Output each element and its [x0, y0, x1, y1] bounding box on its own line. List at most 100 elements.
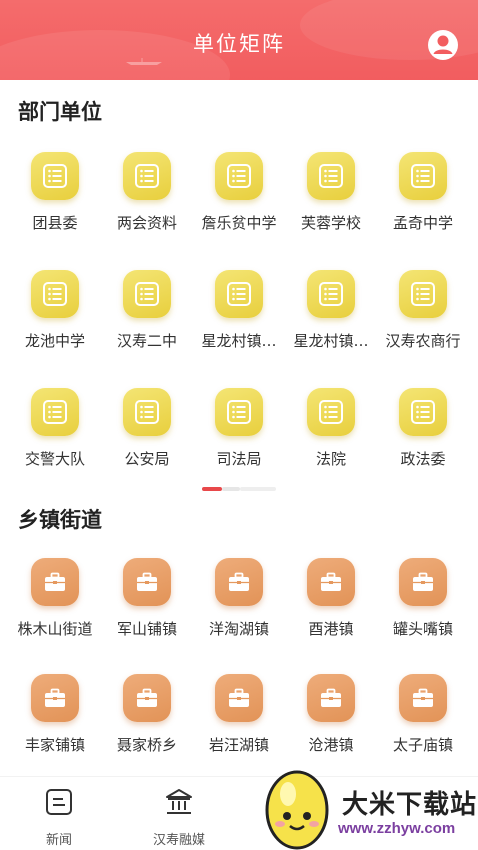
towns-item-tile [399, 558, 447, 606]
section-title-towns: 乡镇街道 [18, 508, 102, 532]
briefcase-icon [45, 688, 65, 707]
departments-item[interactable]: 两会资料 [101, 152, 193, 233]
page-dot [240, 487, 276, 491]
towns-item-label: 罐头嘴镇 [392, 620, 453, 638]
watermark: 大米下载站 www.zzhyw.com [258, 764, 478, 850]
towns-item-label: 太子庙镇 [392, 736, 453, 754]
towns-item[interactable]: 酉港镇 [285, 558, 377, 639]
departments-item-tile [307, 152, 355, 200]
list-document-icon [227, 164, 251, 188]
departments-item-tile [31, 270, 79, 318]
watermark-site-name: 大米下载站 [342, 790, 478, 820]
departments-item-tile [215, 388, 263, 436]
departments-item[interactable]: 汉寿农商行 [377, 270, 469, 351]
departments-item[interactable]: 交警大队 [9, 388, 101, 469]
towns-item-label: 岩汪湖镇 [208, 736, 269, 754]
towns-item-tile [307, 674, 355, 722]
departments-item-label: 龙池中学 [24, 332, 85, 350]
departments-item[interactable]: 星龙村镇… [193, 270, 285, 351]
departments-item-tile [307, 388, 355, 436]
list-document-icon [319, 164, 343, 188]
towns-item-label: 沧港镇 [308, 736, 354, 754]
towns-item[interactable]: 聂家桥乡 [101, 674, 193, 755]
list-document-icon [135, 164, 159, 188]
departments-item-tile [399, 388, 447, 436]
towns-item[interactable]: 岩汪湖镇 [193, 674, 285, 755]
page-dot-active [202, 487, 222, 491]
departments-item-label: 汉寿农商行 [385, 332, 461, 350]
departments-item-tile [215, 152, 263, 200]
departments-item-tile [215, 270, 263, 318]
section-title-departments: 部门单位 [18, 100, 102, 124]
towns-item-tile [31, 674, 79, 722]
departments-item[interactable]: 龙池中学 [9, 270, 101, 351]
departments-item[interactable]: 法院 [285, 388, 377, 469]
tab-label: 汉寿融媒 [152, 833, 205, 848]
departments-item[interactable]: 汉寿二中 [101, 270, 193, 351]
departments-item[interactable]: 司法局 [193, 388, 285, 469]
departments-item-label: 汉寿二中 [116, 332, 177, 350]
towns-item[interactable]: 丰家铺镇 [9, 674, 101, 755]
departments-item-label: 政法委 [400, 450, 446, 468]
towns-item[interactable]: 太子庙镇 [377, 674, 469, 755]
departments-item-label: 法院 [315, 450, 346, 468]
towns-item-tile [123, 558, 171, 606]
towns-item-label: 军山铺镇 [116, 620, 177, 638]
user-avatar-icon[interactable] [426, 28, 460, 62]
briefcase-icon [413, 572, 433, 591]
towns-item-tile [123, 674, 171, 722]
departments-item-label: 星龙村镇… [201, 332, 277, 350]
page-indicator [202, 487, 276, 491]
towns-item-tile [307, 558, 355, 606]
news-icon [46, 789, 72, 815]
departments-item-tile [123, 270, 171, 318]
towns-item-label: 聂家桥乡 [116, 736, 177, 754]
departments-item-label: 詹乐贫中学 [201, 214, 277, 232]
towns-item-tile [215, 558, 263, 606]
header-bar: 单位矩阵 [0, 0, 478, 80]
list-document-icon [227, 400, 251, 424]
towns-item[interactable]: 株木山街道 [9, 558, 101, 639]
towns-item-label: 丰家铺镇 [24, 736, 85, 754]
towns-item[interactable]: 沧港镇 [285, 674, 377, 755]
briefcase-icon [137, 572, 157, 591]
departments-item-tile [31, 388, 79, 436]
towns-item[interactable]: 罐头嘴镇 [377, 558, 469, 639]
departments-item[interactable]: 星龙村镇… [285, 270, 377, 351]
tab-label: 新闻 [45, 833, 72, 848]
list-document-icon [411, 400, 435, 424]
departments-item[interactable]: 孟奇中学 [377, 152, 469, 233]
briefcase-icon [45, 572, 65, 591]
departments-item[interactable]: 芙蓉学校 [285, 152, 377, 233]
departments-item-tile [31, 152, 79, 200]
departments-item-tile [399, 270, 447, 318]
list-document-icon [43, 282, 67, 306]
departments-item[interactable]: 公安局 [101, 388, 193, 469]
departments-item-label: 公安局 [124, 450, 170, 468]
departments-item-label: 团县委 [32, 214, 78, 232]
departments-item[interactable]: 詹乐贫中学 [193, 152, 285, 233]
list-document-icon [135, 282, 159, 306]
list-document-icon [411, 282, 435, 306]
departments-item[interactable]: 团县委 [9, 152, 101, 233]
departments-item-label: 孟奇中学 [392, 214, 453, 232]
towns-item-tile [399, 674, 447, 722]
towns-item-tile [31, 558, 79, 606]
watermark-url: www.zzhyw.com [338, 820, 456, 837]
departments-item-tile [399, 152, 447, 200]
list-document-icon [227, 282, 251, 306]
towns-item-label: 酉港镇 [308, 620, 354, 638]
towns-item[interactable]: 洋淘湖镇 [193, 558, 285, 639]
departments-item-label: 两会资料 [116, 214, 177, 232]
departments-item-label: 芙蓉学校 [300, 214, 361, 232]
departments-item-label: 星龙村镇… [293, 332, 369, 350]
towns-item[interactable]: 军山铺镇 [101, 558, 193, 639]
tab-hanshou-media[interactable]: 汉寿融媒 [139, 787, 219, 848]
briefcase-icon [321, 572, 341, 591]
tab-news[interactable]: 新闻 [19, 787, 99, 848]
list-document-icon [319, 282, 343, 306]
bank-building-icon [166, 789, 192, 814]
departments-item[interactable]: 政法委 [377, 388, 469, 469]
list-document-icon [411, 164, 435, 188]
towns-item-label: 株木山街道 [17, 620, 93, 638]
